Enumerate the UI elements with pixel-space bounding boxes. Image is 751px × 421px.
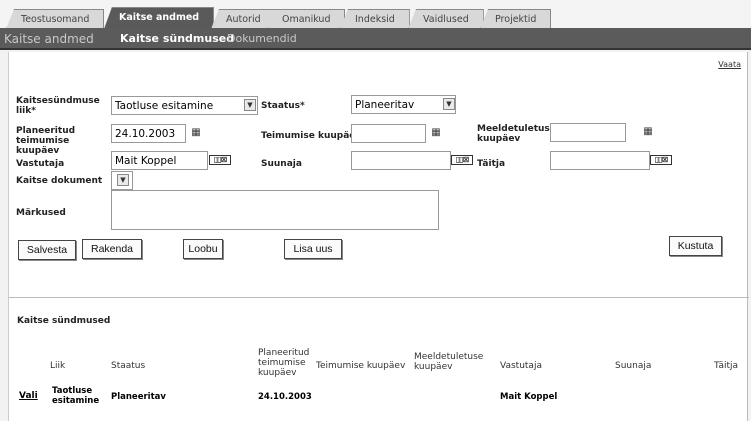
calendar-icon[interactable]: ▦ (642, 126, 654, 138)
planned-date-label: Planeeritud teimumise kuupäev (16, 126, 76, 156)
status-select[interactable]: Planeeritav (351, 95, 456, 114)
chevron-down-icon[interactable]: ▼ (443, 98, 455, 110)
section-title: Kaitse andmed (4, 32, 94, 46)
column-header-type: Liik (50, 361, 66, 371)
cell-status: Planeeritav (111, 392, 166, 402)
occurred-date-label: Teimumise kuupäev (261, 131, 362, 141)
column-header-reminder-date: Meeldetuletuse kuupäev (414, 352, 484, 372)
tab-kaitse-andmed[interactable]: Kaitse andmed (104, 7, 215, 29)
reminder-date-input[interactable] (550, 123, 626, 142)
apply-button[interactable]: Rakenda (82, 239, 142, 259)
subnav-dokumendid[interactable]: Dokumendid (227, 28, 297, 50)
column-header-executor: Täitja (714, 361, 739, 371)
add-new-button[interactable]: Lisa uus (284, 239, 342, 259)
notes-textarea[interactable] (111, 190, 439, 230)
divider (9, 297, 749, 298)
column-header-occurred-date: Teimumise kuupäev (316, 361, 406, 371)
responsible-label: Vastutaja (16, 159, 65, 169)
cell-planned-date: 24.10.2003 (258, 392, 312, 402)
tab-vaidlused[interactable]: Vaidlused (408, 9, 484, 29)
responsible-input[interactable]: Mait Koppel (111, 151, 208, 170)
reminder-date-label: Meeldetuletuse kuupäev (477, 124, 556, 144)
events-section-title: Kaitse sündmused (17, 316, 111, 326)
notes-label: Märkused (16, 208, 66, 218)
calendar-icon[interactable]: ▦ (190, 127, 202, 139)
column-header-responsible: Vastutaja (500, 361, 542, 371)
tab-projektid[interactable]: Projektid (480, 9, 552, 29)
tab-teostusomand[interactable]: Teostusomand (6, 9, 105, 29)
delete-button[interactable]: Kustuta (669, 236, 722, 256)
person-picker-icon[interactable]: ▯▯⊠ (209, 155, 231, 165)
occurred-date-input[interactable] (351, 124, 426, 143)
person-picker-icon[interactable]: ▯▯⊠ (650, 155, 672, 165)
tab-omanikud[interactable]: Omanikud (267, 9, 346, 29)
content-panel: Vaata Kaitsesündmuse liik* Taotluse esit… (8, 52, 749, 421)
event-type-label: Kaitsesündmuse liik* (16, 96, 100, 116)
tab-autorid[interactable]: Autorid (211, 9, 276, 29)
executor-label: Täitja (477, 159, 506, 169)
director-input[interactable] (351, 151, 451, 170)
cancel-button[interactable]: Loobu (183, 239, 223, 259)
person-picker-icon[interactable]: ▯▯⊠ (451, 155, 473, 165)
column-header-status: Staatus (111, 361, 146, 371)
tab-strip: Teostusomand Kaitse andmed Autorid Omani… (0, 0, 751, 29)
view-link[interactable]: Vaata (718, 60, 741, 69)
planned-date-input[interactable]: 24.10.2003 (111, 124, 186, 143)
cell-type: Taotluse esitamine (52, 386, 100, 406)
chevron-down-icon[interactable]: ▼ (244, 99, 256, 111)
subnav-kaitse-sundmused[interactable]: Kaitse sündmused (120, 28, 234, 50)
column-header-planned-date: Planeeritud teimumise kuupäev (258, 348, 310, 378)
director-label: Suunaja (261, 159, 302, 169)
executor-input[interactable] (550, 151, 650, 170)
chevron-down-icon[interactable]: ▼ (117, 174, 129, 186)
column-header-director: Suunaja (615, 361, 652, 371)
calendar-icon[interactable]: ▦ (430, 127, 442, 139)
event-type-select[interactable]: Taotluse esitamine (111, 96, 258, 115)
sub-navigation: Kaitse andmed Kaitse sündmused Dokumendi… (0, 28, 751, 50)
cell-responsible: Mait Koppel (500, 392, 558, 402)
document-label: Kaitse dokument (16, 176, 103, 186)
status-label: Staatus* (261, 101, 305, 111)
tab-indeksid[interactable]: Indeksid (340, 9, 410, 29)
select-row-link[interactable]: Vali (19, 391, 38, 401)
save-button[interactable]: Salvesta (18, 240, 76, 260)
